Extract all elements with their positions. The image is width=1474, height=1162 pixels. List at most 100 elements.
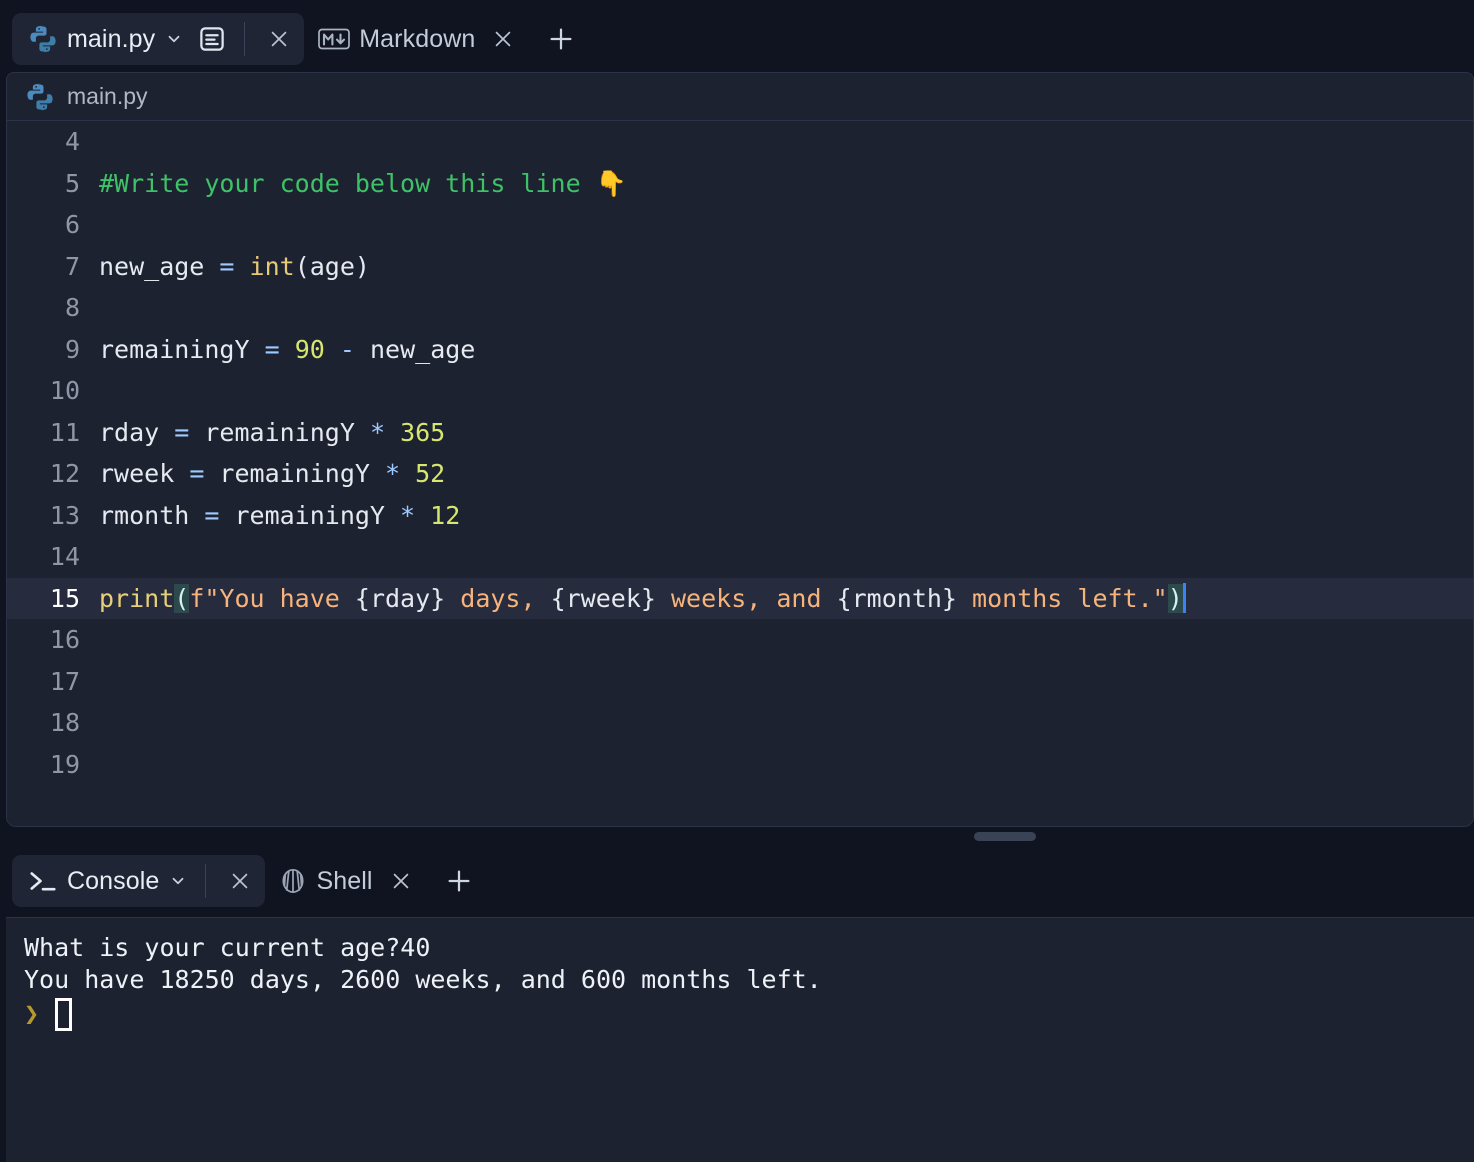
console-output-line: You have 18250 days, 2600 weeks, and 600… bbox=[24, 965, 822, 994]
console-prompt-row[interactable]: ❯ bbox=[24, 996, 1474, 1032]
code-text: rweek = remainingY * 52 bbox=[99, 453, 445, 495]
terminal-icon bbox=[28, 868, 58, 894]
code-token: new_age bbox=[99, 251, 220, 281]
tab-shell[interactable]: Shell bbox=[265, 855, 425, 907]
chevron-down-icon[interactable] bbox=[168, 871, 188, 891]
code-token: = bbox=[219, 251, 235, 281]
close-tab-main-py-icon[interactable] bbox=[260, 20, 298, 58]
code-token: months left." bbox=[956, 583, 1168, 613]
code-token: new_age bbox=[354, 334, 476, 364]
code-line[interactable]: 12 rweek = remainingY * 52 bbox=[7, 453, 1473, 495]
close-tab-markdown-icon[interactable] bbox=[484, 20, 522, 58]
python-icon bbox=[28, 24, 58, 54]
code-token: * bbox=[385, 459, 401, 488]
code-editor[interactable]: 4 5 #Write your code below this line 👇 6 7 ne… bbox=[7, 121, 1473, 826]
code-line[interactable]: 14 bbox=[7, 536, 1473, 578]
replit-workspace: main.py Markdown main.py 4 5 #Write your… bbox=[0, 0, 1474, 1162]
code-token: (age) bbox=[294, 251, 370, 281]
code-token: remainingY bbox=[204, 459, 385, 488]
chevron-down-icon[interactable] bbox=[164, 29, 184, 49]
code-line[interactable]: 6 bbox=[7, 204, 1473, 246]
editor-tab-bar: main.py Markdown bbox=[6, 6, 1474, 72]
python-icon bbox=[25, 82, 55, 112]
code-token: ( bbox=[174, 583, 190, 613]
code-token: 52 bbox=[415, 459, 446, 488]
code-token: ) bbox=[1167, 583, 1183, 613]
console-pane: Console Shell What is your current age?4… bbox=[0, 845, 1474, 1162]
line-number: 18 bbox=[49, 708, 80, 737]
code-token: = bbox=[204, 500, 220, 530]
tab-markdown[interactable]: Markdown bbox=[304, 13, 528, 65]
tab-divider bbox=[244, 22, 246, 56]
code-line[interactable]: 15 print(f"You have {rday} days, {rweek} … bbox=[7, 577, 1473, 620]
line-number: 5 bbox=[64, 168, 80, 198]
code-line[interactable]: 7 new_age = int(age) bbox=[7, 246, 1473, 288]
code-text: #Write your code below this line 👇 bbox=[99, 163, 627, 205]
code-token: 90 bbox=[294, 334, 325, 364]
code-line[interactable]: 13 rmonth = remainingY * 12 bbox=[7, 495, 1473, 537]
code-line[interactable]: 11 rday = remainingY * 365 bbox=[7, 412, 1473, 454]
code-line[interactable]: 5 #Write your code below this line 👇 bbox=[7, 163, 1473, 205]
code-token: 12 bbox=[430, 500, 461, 530]
scrollbar-thumb[interactable] bbox=[974, 831, 1036, 841]
code-token: = bbox=[264, 334, 280, 364]
line-number: 7 bbox=[64, 251, 80, 281]
tab-console[interactable]: Console bbox=[12, 855, 266, 907]
new-console-tab-button[interactable] bbox=[436, 858, 482, 904]
editor-horizontal-scrollbar[interactable] bbox=[6, 827, 1474, 845]
code-line[interactable]: 8 bbox=[7, 287, 1473, 329]
code-token: rday bbox=[99, 417, 175, 447]
line-number: 8 bbox=[64, 293, 80, 322]
code-token: - bbox=[339, 334, 355, 364]
file-header: main.py bbox=[7, 73, 1473, 121]
line-number: 4 bbox=[64, 127, 80, 156]
code-token: #Write your code below this line bbox=[99, 168, 596, 198]
line-number: 19 bbox=[49, 749, 80, 779]
new-editor-tab-button[interactable] bbox=[538, 16, 584, 62]
code-text: print(f"You have {rday} days, {rweek} we… bbox=[99, 578, 1186, 620]
code-line[interactable]: 18 bbox=[7, 702, 1473, 744]
code-text: new_age = int(age) bbox=[99, 246, 370, 288]
code-line[interactable]: 4 bbox=[7, 121, 1473, 163]
tab-main-py[interactable]: main.py bbox=[12, 13, 305, 65]
code-token: weeks, and bbox=[655, 583, 837, 613]
line-number: 10 bbox=[49, 376, 80, 405]
code-line[interactable]: 16 bbox=[7, 619, 1473, 661]
code-token: * bbox=[369, 417, 386, 447]
console-output-line: What is your current age?40 bbox=[24, 933, 431, 962]
code-token: * bbox=[400, 500, 416, 530]
code-text: rday = remainingY * 365 bbox=[99, 412, 445, 454]
code-token: remainingY bbox=[99, 334, 265, 364]
close-tab-shell-icon[interactable] bbox=[382, 862, 420, 900]
file-header-name: main.py bbox=[67, 83, 148, 109]
document-outline-icon[interactable] bbox=[193, 24, 227, 54]
tab-label: Markdown bbox=[359, 24, 476, 53]
text-cursor bbox=[1182, 582, 1186, 613]
console-cursor bbox=[55, 997, 73, 1031]
code-token: days, bbox=[445, 583, 551, 613]
code-line[interactable]: 10 bbox=[7, 370, 1473, 412]
console-tab-bar: Console Shell bbox=[6, 845, 1474, 917]
markdown-icon bbox=[318, 28, 351, 50]
code-token: = bbox=[174, 417, 190, 447]
code-token: rmonth bbox=[99, 500, 205, 530]
code-line[interactable]: 19 bbox=[7, 744, 1473, 786]
shell-icon bbox=[279, 867, 307, 895]
console-output[interactable]: What is your current age?40 You have 182… bbox=[6, 917, 1474, 1162]
code-token: remainingY bbox=[219, 500, 401, 530]
line-number: 13 bbox=[49, 500, 80, 530]
code-line[interactable]: 9 remainingY = 90 - new_age bbox=[7, 329, 1473, 371]
editor-pane: main.py Markdown main.py 4 5 #Write your… bbox=[0, 0, 1474, 845]
code-token: 👇 bbox=[595, 168, 627, 198]
code-token: rweek bbox=[99, 459, 190, 488]
code-line[interactable]: 17 bbox=[7, 661, 1473, 703]
prompt-symbol: ❯ bbox=[24, 999, 40, 1028]
line-number: 12 bbox=[49, 459, 80, 488]
line-number: 11 bbox=[49, 417, 80, 447]
close-tab-console-icon[interactable] bbox=[221, 862, 259, 900]
